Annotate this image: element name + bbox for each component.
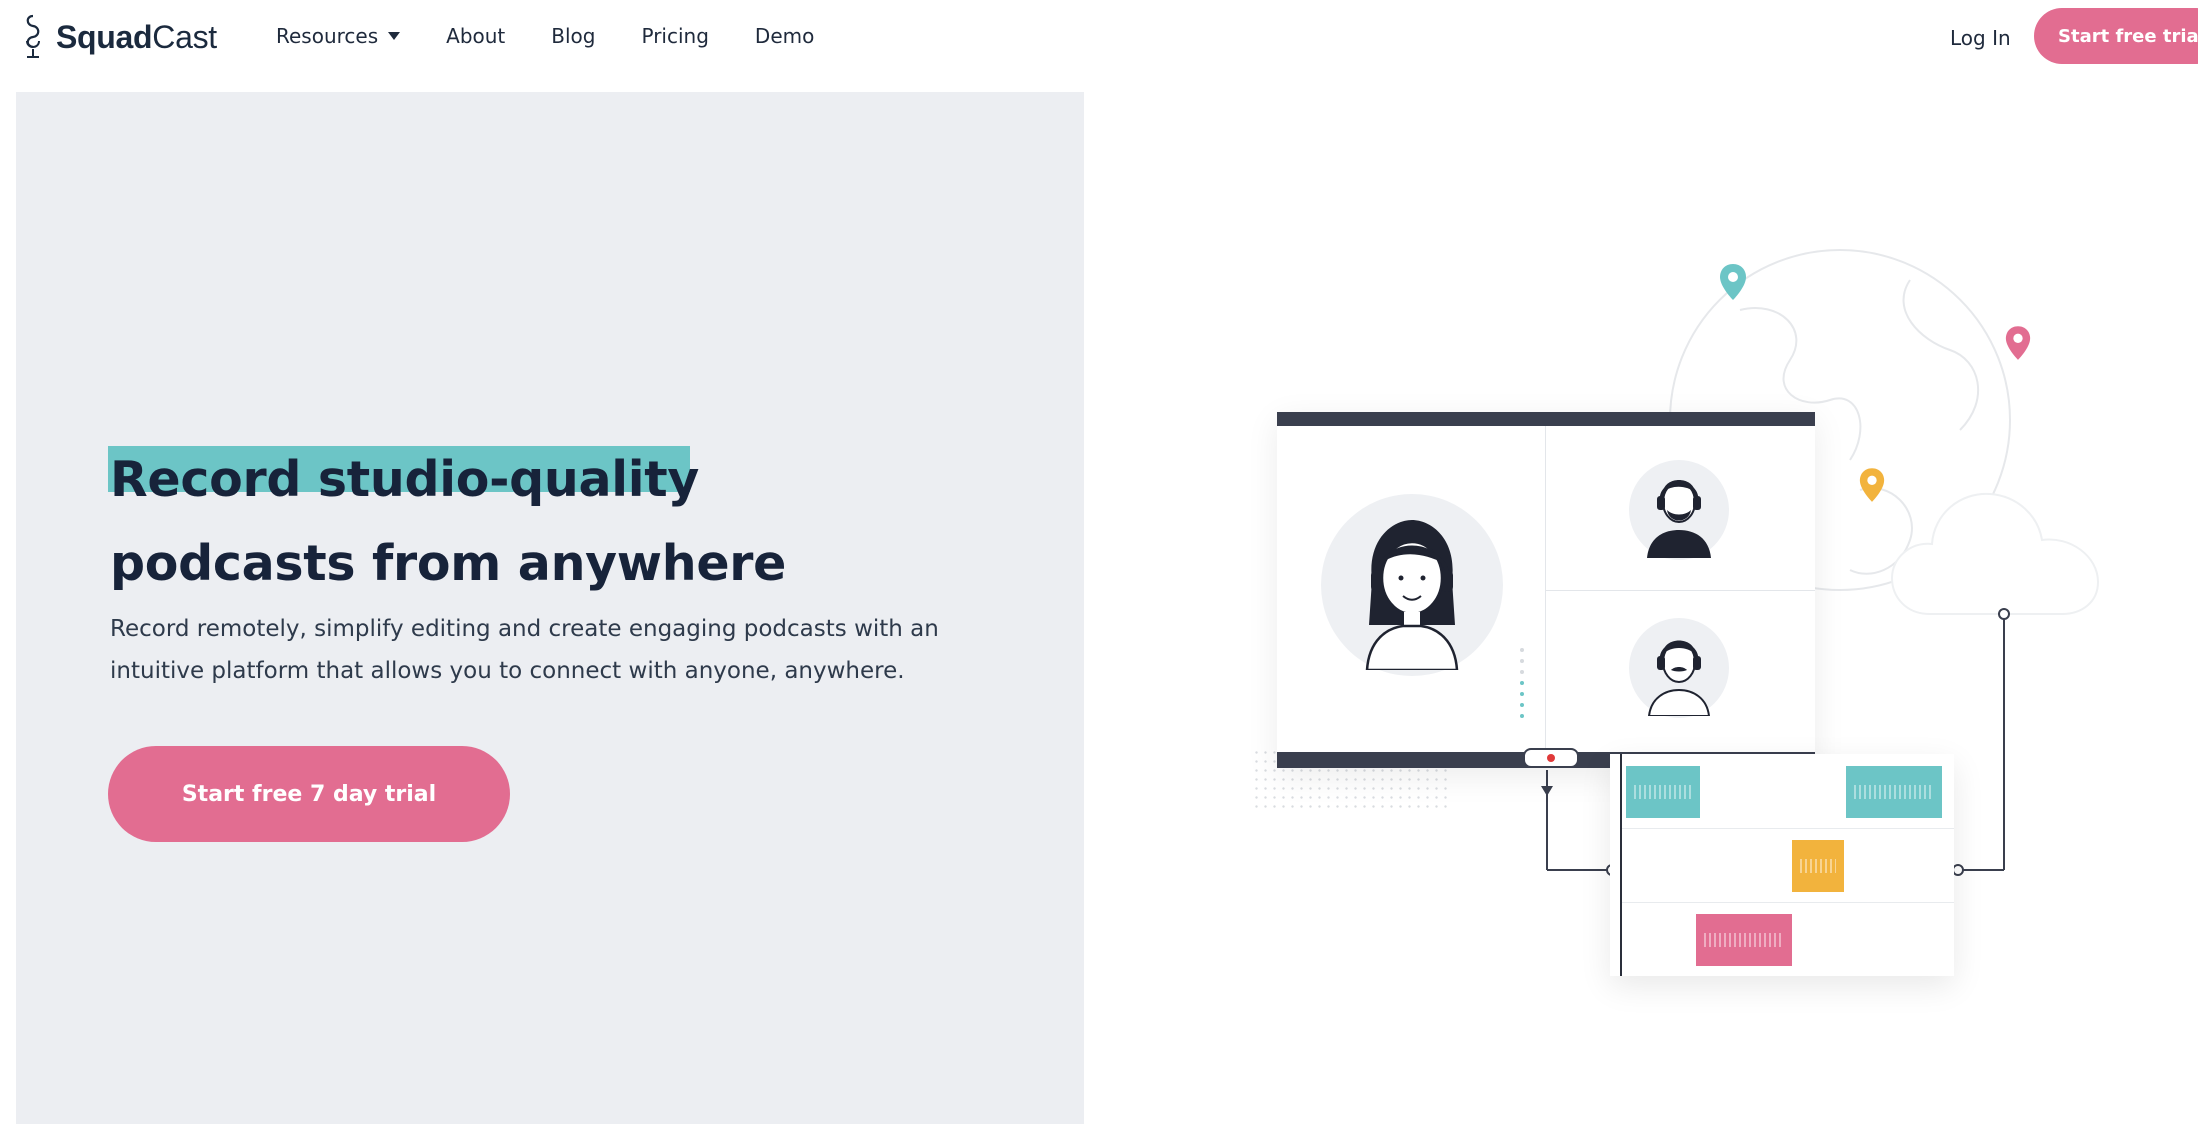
man-with-beard-icon: [1647, 480, 1711, 558]
nav-item-blog[interactable]: Blog: [551, 24, 595, 48]
main-menu: Resources About Blog Pricing Demo: [276, 24, 860, 48]
audio-clip: [1626, 766, 1700, 818]
microphone-icon: [26, 14, 40, 58]
caret-down-icon: [388, 32, 401, 40]
woman-with-headphones-icon: [1365, 520, 1459, 670]
record-button: [1523, 748, 1579, 768]
nav-item-resources[interactable]: Resources: [276, 24, 401, 48]
window-title-bar: [1277, 412, 1815, 426]
nav-item-about[interactable]: About: [446, 24, 505, 48]
top-navigation: SquadCast Resources About Blog Pricing D…: [0, 0, 2198, 76]
guest-avatar-2: [1629, 618, 1729, 718]
video-call-window: [1277, 412, 1815, 768]
record-dot-icon: [1547, 754, 1555, 762]
man-with-mustache-icon: [1647, 640, 1711, 716]
hero-illustration: [1240, 230, 2140, 1020]
brand-name: SquadCast: [56, 18, 217, 55]
login-link[interactable]: Log In: [1950, 26, 2011, 50]
audio-clip: [1792, 840, 1844, 892]
audio-level-dots: [1520, 648, 1526, 725]
audio-clip: [1846, 766, 1942, 818]
start-trial-button[interactable]: Start free 7 day trial: [108, 746, 510, 842]
nav-item-pricing[interactable]: Pricing: [642, 24, 709, 48]
hero-subtext: Record remotely, simplify editing and cr…: [110, 616, 939, 684]
hero-headline: Record studio-quality podcasts from anyw…: [108, 438, 786, 606]
host-avatar: [1321, 494, 1503, 676]
audio-editor-timeline: [1610, 754, 1954, 976]
audio-clip: [1696, 914, 1792, 966]
nav-item-demo[interactable]: Demo: [755, 24, 814, 48]
start-free-trial-button[interactable]: Start free trial: [2034, 8, 2198, 64]
brand-logo[interactable]: SquadCast: [18, 12, 217, 62]
playhead: [1620, 754, 1622, 976]
guest-avatar-1: [1629, 460, 1729, 560]
